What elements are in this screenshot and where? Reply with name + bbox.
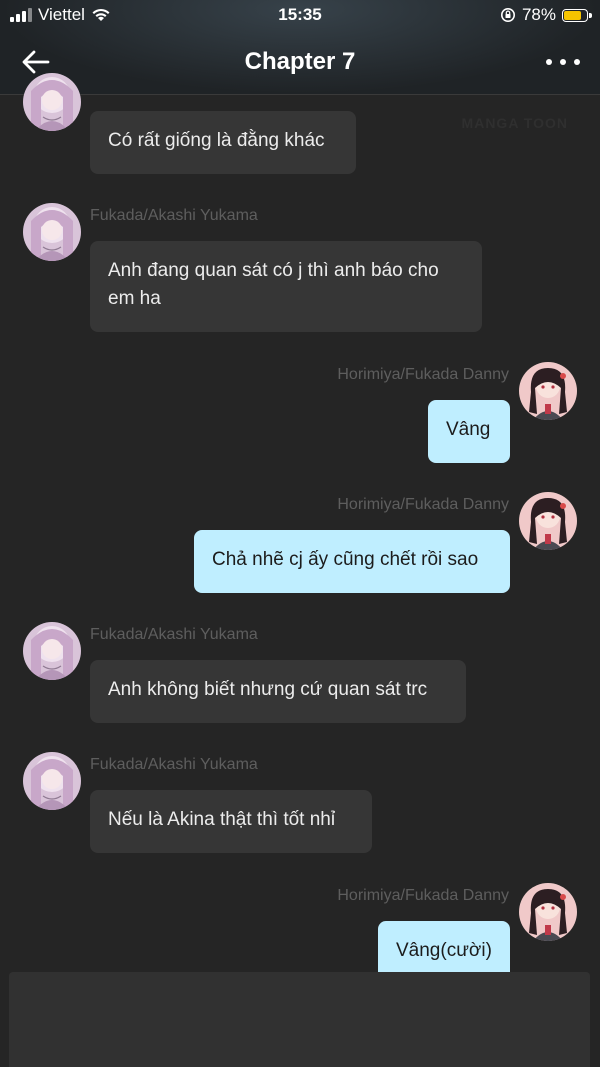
bottom-input-panel[interactable]	[9, 972, 590, 1067]
message-bubble: Nếu là Akina thật thì tốt nhỉ	[90, 790, 372, 853]
message-bubble: Anh đang quan sát có j thì anh báo cho e…	[90, 241, 482, 332]
sender-name: Horimiya/Fukada Danny	[337, 496, 509, 513]
avatar-danny	[519, 492, 577, 550]
more-options-icon[interactable]	[546, 52, 580, 72]
message-bubble: Anh không biết nhưng cứ quan sát trc	[90, 660, 466, 723]
status-right: 78%	[500, 5, 592, 25]
message-bubble: Chả nhẽ cj ấy cũng chết rồi sao	[194, 530, 510, 593]
page-title: Chapter 7	[244, 48, 356, 75]
avatar-yukama	[23, 752, 81, 810]
watermark: MANGA TOON	[461, 115, 568, 131]
message-bubble: Có rất giống là đằng khác	[90, 111, 356, 174]
battery-icon	[562, 8, 592, 22]
chat-screen: Viettel 15:35 78% Chapter 7 MANGA TOON C…	[0, 0, 600, 1067]
rotation-lock-icon	[500, 8, 515, 22]
battery-level	[564, 10, 582, 20]
avatar-danny	[519, 883, 577, 941]
sender-name: Fukada/Akashi Yukama	[90, 626, 258, 643]
avatar-danny	[519, 362, 577, 420]
sender-name: Fukada/Akashi Yukama	[90, 756, 258, 773]
message-bubble: Vâng	[428, 400, 510, 463]
avatar-yukama	[23, 73, 81, 131]
sender-name: Fukada/Akashi Yukama	[90, 207, 258, 224]
top-bar: Viettel 15:35 78% Chapter 7	[0, 0, 600, 95]
sender-name: Horimiya/Fukada Danny	[337, 887, 509, 904]
avatar-yukama	[23, 203, 81, 261]
avatar-yukama	[23, 622, 81, 680]
sender-name: Horimiya/Fukada Danny	[337, 366, 509, 383]
battery-percent: 78%	[521, 5, 556, 24]
